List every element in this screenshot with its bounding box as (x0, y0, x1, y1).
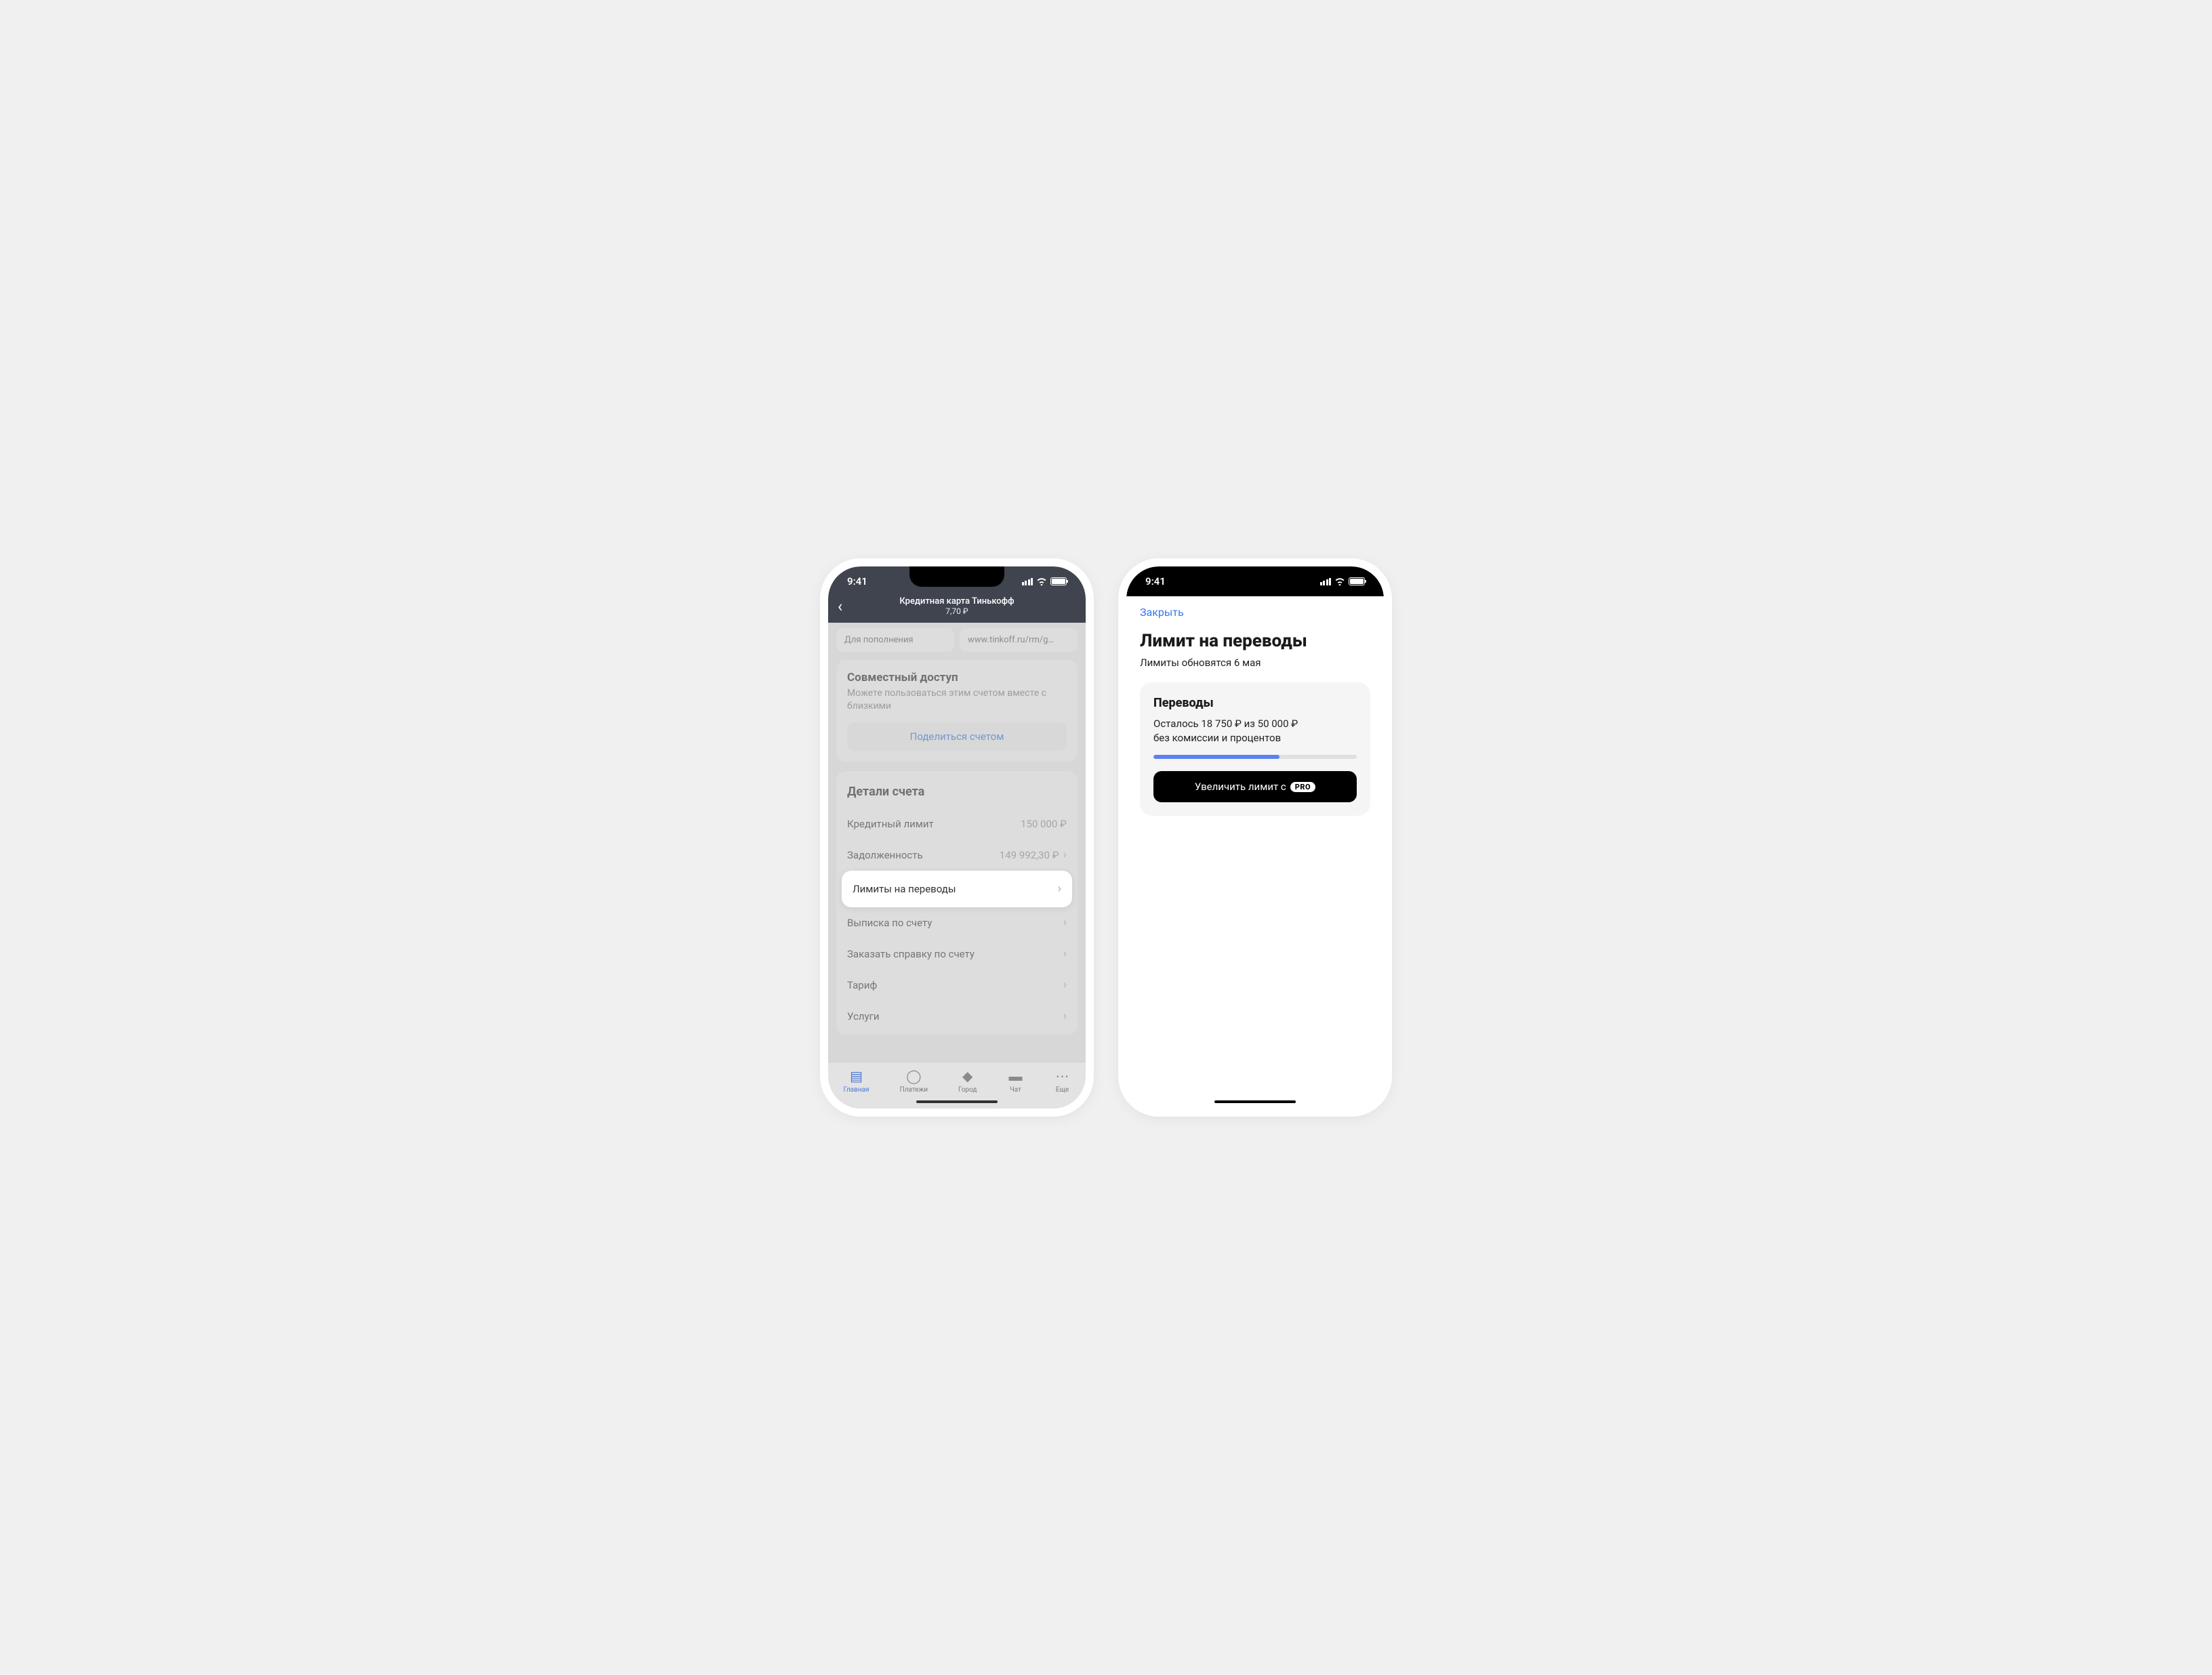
page-title: Лимит на переводы (1140, 631, 1370, 651)
battery-icon (1050, 577, 1067, 585)
transfers-limit-card: Переводы Осталось 18 750 ₽ из 50 000 ₽ б… (1140, 682, 1370, 816)
row-label: Задолженность (847, 849, 923, 861)
page-subtitle: Лимиты обновятся 6 мая (1140, 657, 1370, 669)
chevron-right-icon: › (1063, 948, 1067, 960)
phone-account-details: 9:41 ‹ Кредитная карта Тинькофф 7,70 ₽ Д… (828, 566, 1086, 1109)
row-value: 149 992,30 ₽ (1000, 849, 1059, 861)
row-label: Тариф (847, 979, 877, 991)
status-indicators (1320, 577, 1366, 585)
header-balance: 7,70 ₽ (839, 606, 1075, 616)
details-section-title: Детали счета (844, 782, 1069, 808)
details-row-6[interactable]: Услуги › (844, 1001, 1069, 1032)
signal-icon (1320, 578, 1332, 585)
limit-card-text: Осталось 18 750 ₽ из 50 000 ₽ без комисс… (1153, 717, 1357, 745)
share-account-button[interactable]: Поделиться счетом (847, 722, 1067, 751)
details-row-5[interactable]: Тариф › (844, 970, 1069, 1001)
chevron-right-icon: › (1063, 1010, 1067, 1022)
chevron-right-icon: › (1063, 979, 1067, 991)
content-area: Закрыть Лимит на переводы Лимиты обновят… (1126, 596, 1384, 1109)
battery-icon (1349, 577, 1365, 585)
home-icon: ▤ (848, 1068, 865, 1084)
wifi-icon (1036, 577, 1047, 585)
shared-access-card: Совместный доступ Можете пользоваться эт… (836, 660, 1078, 762)
phone-transfer-limit: 9:41 Закрыть Лимит на переводы Лимиты об… (1126, 566, 1384, 1109)
limit-progress-fill (1153, 755, 1279, 759)
status-indicators (1022, 577, 1067, 585)
details-row-1[interactable]: Задолженность 149 992,30 ₽ › (844, 840, 1069, 871)
status-bar: 9:41 (1126, 566, 1384, 596)
row-label: Выписка по счету (847, 917, 932, 929)
city-icon: ◆ (960, 1068, 976, 1084)
details-row-0[interactable]: Кредитный лимит 150 000 ₽ (844, 808, 1069, 840)
row-label: Кредитный лимит (847, 818, 934, 830)
details-row-3[interactable]: Выписка по счету › (844, 907, 1069, 938)
payments-icon: ◯ (905, 1068, 922, 1084)
header: ‹ Кредитная карта Тинькофф 7,70 ₽ (828, 596, 1086, 623)
account-details-card: Детали счета Кредитный лимит 150 000 ₽ Зад… (836, 771, 1078, 1035)
signal-icon (1022, 578, 1033, 585)
increase-limit-button[interactable]: Увеличить лимит с PRO (1153, 771, 1357, 802)
shared-access-title: Совместный доступ (847, 671, 1067, 684)
chevron-right-icon: › (1063, 849, 1067, 861)
details-row-4[interactable]: Заказать справку по счету › (844, 938, 1069, 970)
chevron-right-icon: › (1058, 883, 1061, 895)
status-bar: 9:41 (828, 566, 1086, 596)
wifi-icon (1334, 577, 1345, 585)
status-time: 9:41 (1145, 575, 1166, 587)
row-value: 150 000 ₽ (1021, 818, 1067, 830)
home-indicator[interactable] (1214, 1100, 1296, 1103)
close-button[interactable]: Закрыть (1140, 606, 1184, 619)
home-indicator[interactable] (916, 1100, 998, 1103)
content-area[interactable]: Для пополнения www.tinkoff.ru/rm/g… Совм… (828, 623, 1086, 1062)
details-row-2[interactable]: Лимиты на переводы › (842, 871, 1072, 907)
more-icon: ⋯ (1054, 1068, 1070, 1084)
tab-city[interactable]: ◆ Город (958, 1068, 977, 1094)
tab-home[interactable]: ▤ Главная (844, 1068, 869, 1094)
limit-card-title: Переводы (1153, 696, 1357, 710)
chevron-right-icon: › (1063, 917, 1067, 929)
chat-icon: ▬ (1007, 1068, 1023, 1084)
tab-chat[interactable]: ▬ Чат (1007, 1068, 1023, 1094)
status-time: 9:41 (847, 575, 867, 587)
header-title: Кредитная карта Тинькофф (839, 596, 1075, 606)
row-label: Лимиты на переводы (853, 883, 956, 895)
pro-badge: PRO (1290, 782, 1315, 792)
chip-deposit[interactable]: Для пополнения (836, 628, 954, 652)
chip-link[interactable]: www.tinkoff.ru/rm/g… (960, 628, 1078, 652)
shared-access-subtitle: Можете пользоваться этим счетом вместе с… (847, 687, 1067, 713)
row-label: Услуги (847, 1010, 880, 1022)
tab-payments[interactable]: ◯ Платежи (900, 1068, 928, 1094)
row-label: Заказать справку по счету (847, 948, 975, 960)
tab-more[interactable]: ⋯ Еще (1054, 1068, 1070, 1094)
limit-progress-bar (1153, 755, 1357, 759)
